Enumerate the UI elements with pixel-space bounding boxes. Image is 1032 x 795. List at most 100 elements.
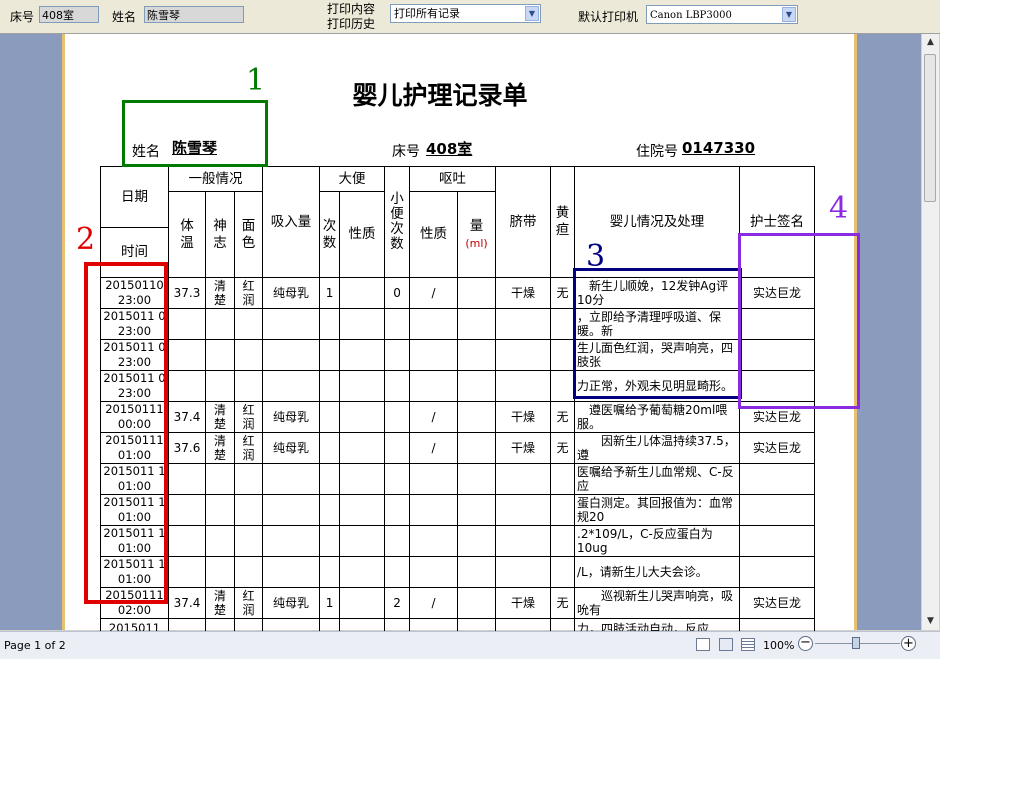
cell-mind-text: 清楚: [213, 279, 226, 307]
printer-select[interactable]: Canon LBP3000 ▼: [646, 5, 798, 24]
header-vomit-amount: 量 (ml): [457, 191, 497, 278]
cell-face-text: 红润: [242, 279, 255, 307]
fit-width-view-icon[interactable]: [719, 638, 733, 651]
name-label: 姓名: [112, 10, 137, 24]
bed-label: 床号: [10, 10, 35, 24]
header-stool-count: 次数: [319, 191, 341, 278]
header-general: 一般情况: [167, 166, 264, 192]
cell-mind: [205, 463, 235, 495]
bed-field[interactable]: 408室: [39, 6, 99, 23]
cell-mind-text: 清楚: [213, 434, 226, 462]
name-field[interactable]: 陈雪琴: [144, 6, 244, 23]
doc-bed-label: 床号: [392, 144, 420, 160]
cell-face-text: 红润: [242, 403, 255, 431]
cell-intake: [262, 370, 321, 402]
cell-stool-count: [319, 432, 341, 464]
cell-nurse: 实达巨龙: [739, 587, 816, 619]
cell-note: 医嘱给予新生儿血常规、C-反应: [574, 463, 741, 495]
header-urine: 小便次数: [384, 166, 411, 278]
cell-vomit-nature: [409, 339, 459, 371]
multi-page-view-icon[interactable]: [741, 638, 755, 651]
chevron-down-icon[interactable]: ▼: [782, 7, 796, 22]
printer-value: Canon LBP3000: [650, 10, 732, 21]
cell-urine: [384, 525, 411, 557]
scroll-down-icon[interactable]: ▼: [922, 613, 939, 630]
cell-temp: [168, 339, 206, 371]
toolbar: 床号 408室 姓名 陈雪琴 打印内容 打印历史 打印所有记录 ▼ 默认打印机 …: [0, 0, 940, 34]
cell-temp: [168, 308, 206, 340]
cell-navel: [495, 556, 552, 588]
table-row: 20150111 02:00 37.4 清楚 红润 纯母乳 1 2/干燥无 巡视新生儿哭声响…: [100, 587, 816, 619]
cell-stool-count: [319, 463, 341, 495]
annotation-label-1: 1: [246, 63, 266, 98]
print-history-label: 打印历史: [327, 17, 376, 31]
cell-mind: 清楚: [205, 432, 235, 464]
cell-vomit-amount: [457, 463, 497, 495]
chevron-down-icon[interactable]: ▼: [525, 6, 539, 21]
cell-jaundice: 无: [550, 401, 576, 433]
zoom-slider-thumb[interactable]: [852, 637, 860, 649]
scroll-up-icon[interactable]: ▲: [922, 34, 939, 51]
cell-jaundice: 无: [550, 277, 576, 309]
cell-temp: [168, 463, 206, 495]
header-vomit-nature: 性质: [409, 191, 459, 278]
cell-mind: [205, 370, 235, 402]
cell-note: /L，请新生儿大夫会诊。: [574, 556, 741, 588]
annotation-box-4: [738, 233, 860, 409]
vertical-scrollbar[interactable]: ▲ ▼: [921, 34, 939, 630]
print-scope-select[interactable]: 打印所有记录 ▼: [390, 4, 541, 23]
cell-vomit-amount: [457, 277, 497, 309]
cell-vomit-nature: /: [409, 587, 459, 619]
cell-jaundice: [550, 339, 576, 371]
cell-temp: [168, 370, 206, 402]
cell-stool-nature: [339, 525, 386, 557]
cell-stool-count: [319, 494, 341, 526]
cell-vomit-amount: [457, 587, 497, 619]
header-mind: 神志: [205, 191, 235, 278]
cell-jaundice: [550, 308, 576, 340]
cell-face: 红润: [233, 587, 264, 619]
header-temp-text: 体温: [180, 217, 194, 251]
cell-vomit-nature: /: [409, 277, 459, 309]
cell-face: 红润: [233, 277, 264, 309]
cell-urine: 2: [384, 587, 411, 619]
cell-vomit-nature: [409, 308, 459, 340]
cell-stool-count: 1: [319, 277, 341, 309]
cell-stool-nature: [339, 401, 386, 433]
zoom-out-icon[interactable]: −: [798, 636, 813, 651]
cell-temp: 37.6: [168, 432, 206, 464]
cell-mind: [205, 525, 235, 557]
cell-stool-nature: [339, 277, 386, 309]
cell-jaundice: 无: [550, 587, 576, 619]
cell-vomit-nature: [409, 370, 459, 402]
cell-face: [233, 308, 264, 340]
cell-face: [233, 525, 264, 557]
cell-vomit-nature: [409, 525, 459, 557]
doc-admission-label: 住院号: [636, 144, 678, 160]
cell-stool-count: [319, 556, 341, 588]
scroll-thumb[interactable]: [924, 54, 936, 202]
annotation-box-1: [122, 100, 268, 167]
page-indicator: Page 1 of 2: [4, 639, 66, 652]
cell-navel: 干燥: [495, 401, 552, 433]
zoom-level: 100%: [763, 639, 795, 652]
zoom-in-icon[interactable]: +: [901, 636, 916, 651]
cell-stool-count: [319, 339, 341, 371]
cell-stool-nature: [339, 308, 386, 340]
cell-mind: [205, 556, 235, 588]
doc-admission-value: 0147330: [682, 139, 756, 157]
cell-temp: 37.3: [168, 277, 206, 309]
cell-temp: 37.4: [168, 587, 206, 619]
cell-intake: 纯母乳: [262, 401, 321, 433]
header-navel: 脐带: [495, 166, 552, 278]
cell-face: [233, 370, 264, 402]
cell-temp: [168, 525, 206, 557]
cell-vomit-nature: /: [409, 401, 459, 433]
header-urine-text: 小便次数: [390, 191, 404, 252]
cell-face: 红润: [233, 401, 264, 433]
cell-urine: [384, 556, 411, 588]
cell-mind: 清楚: [205, 401, 235, 433]
cell-stool-count: [319, 401, 341, 433]
table-row: 2015011 1 01:00 蛋白测定。其回报值为：血常规20: [100, 494, 816, 526]
one-page-view-icon[interactable]: [696, 638, 710, 651]
